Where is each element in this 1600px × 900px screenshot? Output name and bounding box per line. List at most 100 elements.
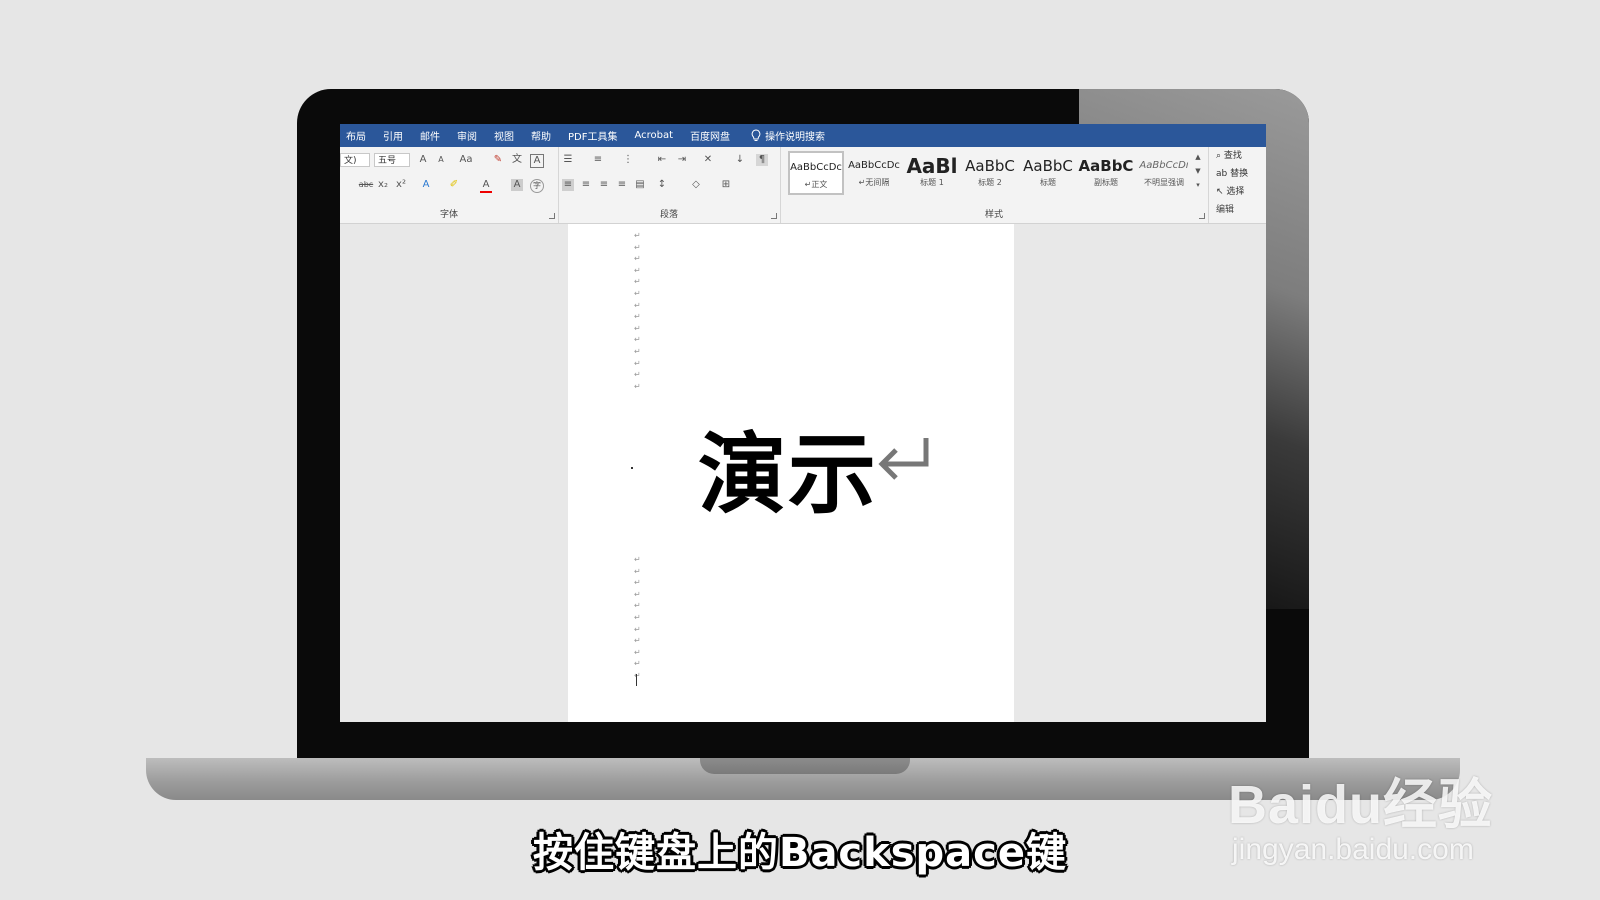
text-effects-icon[interactable]: A xyxy=(420,179,432,191)
shading-icon[interactable]: ◇ xyxy=(690,179,702,191)
style-sample: AaBl xyxy=(906,154,958,177)
highlight-color-icon[interactable]: ✐ xyxy=(448,179,460,191)
distributed-icon[interactable]: ▤ xyxy=(634,179,646,191)
strikethrough-icon[interactable]: abc xyxy=(358,179,374,191)
bullets-icon[interactable]: ☰ xyxy=(562,154,574,166)
find-label: 查找 xyxy=(1223,151,1242,161)
tab-review[interactable]: 审阅 xyxy=(457,128,477,143)
phonetic-guide-icon[interactable]: 文 xyxy=(511,154,523,166)
styles-gallery: AaBbCcDc ↵正文 AaBbCcDc ↵无间隔 AaBl 标题 1 AaB… xyxy=(788,151,1196,201)
replace-button[interactable]: ab 替换 xyxy=(1210,165,1266,183)
text-cursor xyxy=(636,674,637,686)
document-page[interactable]: ↵ ↵ ↵ ↵ ↵ ↵ ↵ ↵ ↵ ↵ ↵ ↵ ↵ ↵ 演示 ↵ ↵ ↵ ↵ ↵ ↵ ↵ ↵ ↵ ↵ ↵ xyxy=(568,224,1014,722)
font-group: 文) 五号 A A Aa ✎ 文 A abc x₂ x² A ✐ A A 字 字… xyxy=(340,147,559,223)
tell-me-search[interactable]: 操作说明搜索 xyxy=(751,128,825,143)
styles-dialog-launcher[interactable] xyxy=(1199,213,1205,219)
styles-more-icon[interactable]: ▾ xyxy=(1192,179,1204,191)
search-icon: ⌕ xyxy=(1216,151,1222,161)
editing-group: ⌕ 查找 ab 替换 ↖ 选择 编辑 xyxy=(1210,147,1266,223)
multilevel-list-icon[interactable]: ⋮ xyxy=(622,154,634,166)
increase-indent-icon[interactable]: ⇥ xyxy=(676,154,688,166)
font-group-label: 字体 xyxy=(439,210,458,220)
chinese-layout-icon[interactable]: ✕ xyxy=(702,154,714,166)
tab-view[interactable]: 视图 xyxy=(494,128,514,143)
paragraph-marks-bottom: ↵ ↵ ↵ ↵ ↵ ↵ ↵ ↵ ↵ ↵ ↵ xyxy=(634,555,641,680)
align-left-icon[interactable]: ≡ xyxy=(562,179,574,191)
change-case-icon[interactable]: Aa xyxy=(457,154,475,166)
style-name: 副标题 xyxy=(1094,178,1118,187)
style-name: ↵正文 xyxy=(804,180,828,189)
replace-label: 替换 xyxy=(1230,169,1249,179)
grow-font-icon[interactable]: A xyxy=(417,154,429,166)
justify-icon[interactable]: ≡ xyxy=(616,179,628,191)
document-main-text: 演示 xyxy=(698,423,879,526)
font-dialog-launcher[interactable] xyxy=(549,213,555,219)
style-title[interactable]: AaBbC 标题 xyxy=(1020,151,1076,195)
borders-icon[interactable]: ⊞ xyxy=(720,179,732,191)
show-marks-icon[interactable]: ¶ xyxy=(756,154,768,166)
line-spacing-icon[interactable]: ↕ xyxy=(656,179,668,191)
styles-scroll-down-icon[interactable]: ▼ xyxy=(1192,165,1204,177)
enclose-characters-icon[interactable]: 字 xyxy=(530,179,544,193)
font-name-dropdown[interactable]: 文) xyxy=(340,153,370,167)
select-button[interactable]: ↖ 选择 xyxy=(1210,183,1266,201)
ribbon: 文) 五号 A A Aa ✎ 文 A abc x₂ x² A ✐ A A 字 字… xyxy=(340,147,1266,224)
paragraph-group-label: 段落 xyxy=(659,210,678,220)
laptop-notch xyxy=(700,758,910,774)
lightbulb-icon xyxy=(751,129,761,141)
style-name: 标题 2 xyxy=(978,178,1002,187)
tell-me-search-label: 操作说明搜索 xyxy=(765,132,826,143)
tab-layout[interactable]: 布局 xyxy=(346,128,366,143)
style-heading-2[interactable]: AaBbC 标题 2 xyxy=(962,151,1018,195)
style-sample: AaBbC xyxy=(1078,157,1134,175)
style-sample: AaBbC xyxy=(1023,157,1073,175)
font-size-value: 五号 xyxy=(378,156,397,166)
cursor-arrow-icon: ↖ xyxy=(1216,187,1224,197)
style-no-spacing[interactable]: AaBbCcDc ↵无间隔 xyxy=(846,151,902,195)
styles-scroll-up-icon[interactable]: ▲ xyxy=(1192,151,1204,163)
clear-formatting-icon[interactable]: ✎ xyxy=(492,154,504,166)
baidu-jingyan-logo: Baidu经验 xyxy=(1228,775,1494,835)
align-right-icon[interactable]: ≡ xyxy=(598,179,610,191)
word-window: 布局 引用 邮件 审阅 视图 帮助 PDF工具集 Acrobat 百度网盘 操作… xyxy=(340,124,1266,722)
baidu-watermark: Baidu经验 jingyan.baidu.com xyxy=(1228,760,1493,867)
numbering-icon[interactable]: ≡ xyxy=(592,154,604,166)
decrease-indent-icon[interactable]: ⇤ xyxy=(656,154,668,166)
sort-icon[interactable]: ↓ xyxy=(734,154,746,166)
paragraph-marks-top: ↵ ↵ ↵ ↵ ↵ ↵ ↵ ↵ ↵ ↵ ↵ ↵ ↵ ↵ xyxy=(634,231,641,391)
shrink-font-icon[interactable]: A xyxy=(435,154,447,166)
find-button[interactable]: ⌕ 查找 xyxy=(1210,147,1266,165)
style-name: 标题 xyxy=(1040,178,1056,187)
editing-group-label: 编辑 xyxy=(1216,205,1235,215)
replace-icon: ab xyxy=(1216,169,1228,179)
style-sample: AaBbC xyxy=(965,157,1015,175)
character-border-icon[interactable]: A xyxy=(530,154,544,168)
character-shading-icon[interactable]: A xyxy=(511,179,523,191)
subscript-icon[interactable]: x₂ xyxy=(377,179,389,191)
style-heading-1[interactable]: AaBl 标题 1 xyxy=(904,151,960,195)
font-size-dropdown[interactable]: 五号 xyxy=(374,153,410,167)
style-name: 不明显强调 xyxy=(1144,178,1184,187)
font-color-icon[interactable]: A xyxy=(480,179,492,193)
tab-references[interactable]: 引用 xyxy=(383,128,403,143)
page-dot xyxy=(631,467,633,469)
watermark-url: jingyan.baidu.com xyxy=(1232,833,1474,866)
style-sample: AaBbCcDc xyxy=(848,160,900,171)
paragraph-return-icon xyxy=(878,438,929,480)
style-subtitle[interactable]: AaBbC 副标题 xyxy=(1078,151,1134,195)
style-name: ↵无间隔 xyxy=(858,178,890,187)
ribbon-tabs: 布局 引用 邮件 审阅 视图 帮助 PDF工具集 Acrobat 百度网盘 操作… xyxy=(340,124,1266,147)
tab-baidu-netdisk[interactable]: 百度网盘 xyxy=(690,128,730,143)
style-sample: AaBbCcDı xyxy=(1139,160,1189,171)
tab-acrobat[interactable]: Acrobat xyxy=(634,130,673,141)
tab-pdf-tools[interactable]: PDF工具集 xyxy=(568,128,617,143)
paragraph-group: ☰ ≡ ⋮ ⇤ ⇥ ✕ ↓ ¶ ≡ ≡ ≡ ≡ ▤ ↕ ◇ ⊞ 段落 xyxy=(558,147,781,223)
align-center-icon[interactable]: ≡ xyxy=(580,179,592,191)
style-normal[interactable]: AaBbCcDc ↵正文 xyxy=(788,151,844,195)
style-subtle-emphasis[interactable]: AaBbCcDı 不明显强调 xyxy=(1136,151,1192,195)
tab-help[interactable]: 帮助 xyxy=(531,128,551,143)
tab-mailings[interactable]: 邮件 xyxy=(420,128,440,143)
superscript-icon[interactable]: x² xyxy=(395,179,407,191)
paragraph-dialog-launcher[interactable] xyxy=(771,213,777,219)
font-name-value: 文) xyxy=(344,156,357,166)
